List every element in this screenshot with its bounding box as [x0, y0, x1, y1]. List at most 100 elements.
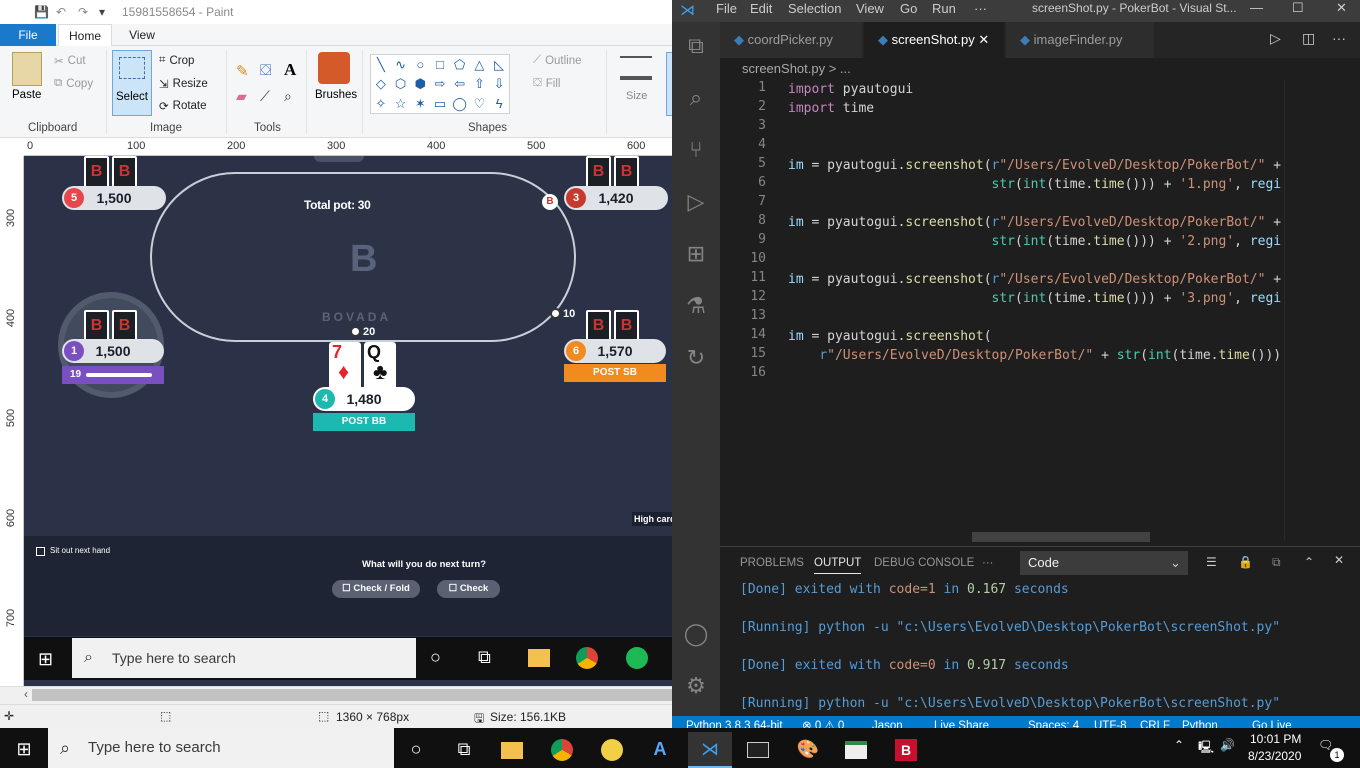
app-window-icon[interactable]	[834, 732, 878, 768]
fill-button[interactable]: Fill	[546, 78, 561, 90]
vscode-window-title: screenShot.py - PokerBot - Visual St...	[1032, 1, 1237, 15]
tab-coordpicker[interactable]: ◆ coordPicker.py	[720, 22, 862, 58]
select-label: Select	[116, 91, 148, 103]
python-file-icon: ◆	[878, 32, 888, 47]
undo-icon[interactable]: ↶	[56, 5, 66, 19]
network-icon[interactable]: 🖳	[1198, 738, 1214, 759]
rotate-button[interactable]: Rotate	[173, 100, 207, 112]
panel-tab-output[interactable]: OUTPUT	[814, 557, 862, 574]
scroll-left-icon[interactable]: ‹	[24, 687, 28, 701]
user-account[interactable]: Jason	[872, 716, 903, 728]
copy-button[interactable]: Copy	[66, 78, 93, 90]
maximize-icon[interactable]: ☐	[1292, 0, 1304, 16]
sit-out-checkbox[interactable]	[36, 547, 45, 556]
go-live-status[interactable]: Go Live	[1252, 716, 1292, 728]
paint-scroll-thumb[interactable]	[32, 689, 672, 701]
menu-more[interactable]: ···	[974, 1, 987, 16]
color-picker-icon[interactable]: ⟋	[260, 88, 270, 105]
menu-file[interactable]: File	[716, 1, 737, 16]
app-icon[interactable]	[590, 732, 634, 768]
tab-imagefinder[interactable]: ◆ imageFinder.py	[1006, 22, 1154, 58]
language-mode[interactable]: Python	[1182, 716, 1218, 728]
code-content[interactable]: import pyautogui import time im = pyauto…	[788, 80, 1282, 365]
split-editor-icon[interactable]: ◫	[1302, 30, 1315, 47]
magnifier-icon[interactable]: ⌕	[284, 88, 292, 105]
close-window-icon[interactable]: ✕	[1336, 0, 1347, 16]
bovada-taskbar-icon[interactable]: B	[884, 732, 928, 768]
redo-icon[interactable]: ↷	[78, 5, 88, 19]
check-fold-button[interactable]: ☐ Check / Fold	[332, 580, 420, 598]
live-share-status[interactable]: Live Share	[934, 716, 989, 728]
accounts-icon[interactable]: ◯	[682, 620, 710, 648]
show-hidden-icons[interactable]: ⌃	[1174, 738, 1184, 752]
menu-view[interactable]: View	[856, 1, 884, 16]
fill-bucket-icon[interactable]: ⛋	[260, 62, 271, 79]
file-explorer-icon[interactable]	[490, 732, 534, 768]
paste-icon[interactable]	[12, 52, 42, 86]
clock-time[interactable]: 10:01 PM	[1250, 732, 1301, 746]
clock-date[interactable]: 8/23/2020	[1248, 749, 1301, 763]
explorer-icon[interactable]: ⧉	[682, 32, 710, 60]
minimize-icon[interactable]: —	[1250, 0, 1263, 15]
quick-access-menu-icon[interactable]: ▾	[99, 5, 105, 19]
settings-gear-icon[interactable]: ⚙	[682, 672, 710, 700]
menu-edit[interactable]: Edit	[750, 1, 772, 16]
panel-tab-debug-console[interactable]: DEBUG CONSOLE	[874, 557, 974, 569]
start-windows-icon[interactable]: ⊞	[2, 732, 46, 768]
lock-scroll-icon[interactable]: 🔒	[1238, 555, 1253, 569]
minimap[interactable]	[1284, 80, 1360, 540]
close-panel-icon[interactable]: ✕	[1334, 553, 1344, 567]
panel-tab-more[interactable]: ···	[982, 557, 994, 569]
open-log-icon[interactable]: ⧉	[1272, 555, 1281, 570]
text-tool-icon[interactable]: A	[284, 60, 296, 80]
size-button[interactable]: Size	[626, 90, 647, 102]
pencil-icon[interactable]: ✎	[236, 62, 249, 80]
cut-button[interactable]: Cut	[68, 55, 86, 67]
resize-button[interactable]: Resize	[173, 78, 208, 90]
eol-status[interactable]: CRLF	[1140, 716, 1170, 728]
shapes-gallery[interactable]: ╲ ∿ ○ □ ⬠ △ ◺ ◇ ⬡ ⬢ ⇨ ⇦ ⇧ ⇩ ✧ ☆ ✶ ▭ ◯ ♡ ϟ	[370, 54, 510, 114]
paste-button[interactable]: Paste	[12, 89, 41, 101]
brushes-button[interactable]: Brushes	[315, 89, 357, 101]
size-icon[interactable]	[620, 56, 652, 80]
close-tab-icon[interactable]: ✕	[978, 32, 989, 47]
chrome-icon[interactable]	[540, 732, 584, 768]
output-channel-select[interactable]: Code ⌄	[1020, 551, 1188, 575]
clear-output-icon[interactable]: ☰	[1206, 555, 1217, 569]
more-actions-icon[interactable]: ···	[1332, 30, 1346, 46]
azure-app-icon[interactable]: A	[638, 732, 682, 768]
paint-canvas-poker-table[interactable]: Total pot: 30 B BOVADA B B 5 1,500 B B 3…	[24, 156, 672, 686]
cortana-icon[interactable]: ○	[394, 732, 438, 768]
encoding-status[interactable]: UTF-8	[1094, 716, 1127, 728]
maximize-panel-icon[interactable]: ⌃	[1304, 555, 1314, 569]
problems-count[interactable]: ⊗ 0 ⚠ 0	[802, 716, 844, 728]
menu-selection[interactable]: Selection	[788, 1, 841, 16]
run-file-icon[interactable]: ▷	[1270, 30, 1281, 47]
editor-horizontal-scrollbar[interactable]	[972, 532, 1150, 542]
brushes-icon[interactable]	[318, 52, 350, 84]
paint-taskbar-icon[interactable]: 🎨	[786, 732, 830, 768]
outline-button[interactable]: Outline	[545, 55, 581, 67]
crop-button[interactable]: Crop	[169, 55, 194, 67]
menu-go[interactable]: Go	[900, 1, 917, 16]
taskbar-search-box[interactable]: ⌕ Type here to search	[48, 728, 394, 768]
tab-screenshot[interactable]: ◆ screenShot.py ✕	[864, 22, 1004, 58]
tab-view[interactable]: View	[120, 24, 164, 46]
paint-file-menu[interactable]: File	[0, 24, 56, 46]
select-button[interactable]: Select	[112, 50, 152, 116]
panel-tab-problems[interactable]: PROBLEMS	[740, 557, 804, 569]
save-icon[interactable]: 💾	[34, 5, 49, 19]
volume-icon[interactable]: 🔊	[1220, 738, 1235, 752]
eraser-icon[interactable]: ▰	[236, 88, 247, 105]
indentation-status[interactable]: Spaces: 4	[1028, 716, 1079, 728]
vscode-taskbar-icon[interactable]: ⋊	[688, 732, 732, 768]
check-button[interactable]: ☐ Check	[437, 580, 500, 598]
menu-run[interactable]: Run	[932, 1, 956, 16]
card-back: B	[586, 310, 611, 342]
python-interpreter[interactable]: Python 3.8.3 64-bit	[686, 716, 783, 728]
terminal-icon[interactable]	[736, 732, 780, 768]
task-view-icon[interactable]: ⧉	[442, 732, 486, 768]
code-editor[interactable]: 1 2 3 4 5 6 7 8 9 10 11 12 13 14 15 16 i…	[672, 80, 1360, 380]
breadcrumb[interactable]: screenShot.py > ...	[720, 58, 1360, 80]
tab-home[interactable]: Home	[58, 24, 112, 46]
